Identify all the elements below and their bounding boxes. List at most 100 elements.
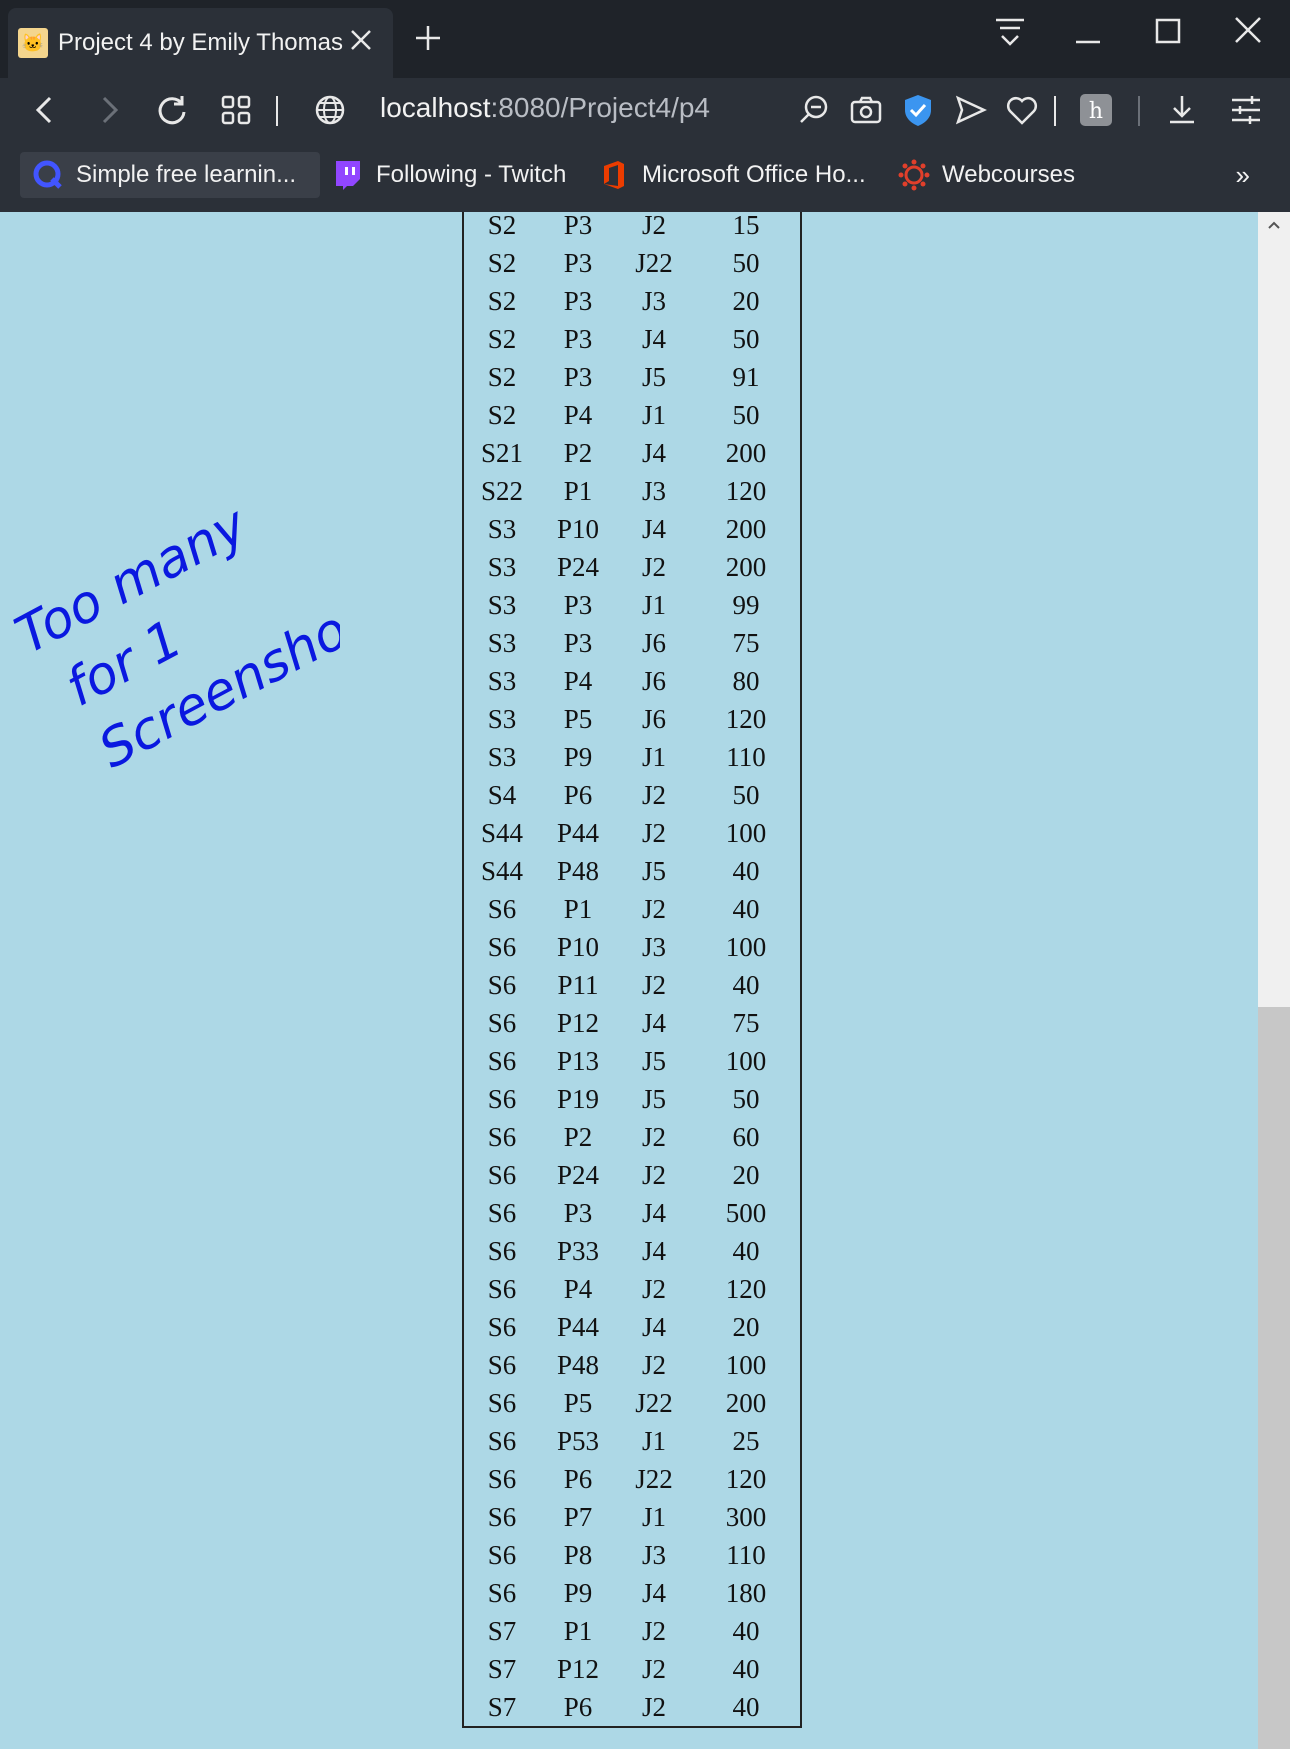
table-cell: S2 [487, 399, 517, 430]
table-cell: P4 [563, 665, 593, 696]
table-cell: 20 [732, 1159, 760, 1190]
forward-icon[interactable] [88, 90, 128, 130]
camera-icon[interactable] [846, 90, 886, 130]
shield-icon[interactable] [898, 90, 938, 130]
table-cell: P2 [563, 437, 593, 468]
bookmarks-overflow-button[interactable]: » [1236, 160, 1250, 191]
table-row: S6 P10 J3 100 [464, 928, 800, 966]
table-cell: P4 [563, 1273, 593, 1304]
table-cell: J5 [641, 361, 666, 392]
scroll-up-icon[interactable] [1267, 220, 1281, 230]
minimize-icon[interactable] [1064, 12, 1112, 52]
table-cell: P3 [563, 361, 593, 392]
table-cell: 300 [725, 1501, 767, 1532]
table-cell: P44 [556, 817, 600, 848]
heart-icon[interactable] [1002, 90, 1042, 130]
table-cell: P6 [563, 1691, 593, 1722]
table-cell: 180 [725, 1577, 767, 1608]
table-cell: S6 [487, 1311, 517, 1342]
table-cell: S6 [487, 1045, 517, 1076]
table-cell: S6 [487, 969, 517, 1000]
table-cell: 40 [732, 969, 760, 1000]
settings-sliders-icon[interactable] [1226, 90, 1266, 130]
table-row: S3 P3 J6 75 [464, 624, 800, 662]
table-row: S44 P44 J2 100 [464, 814, 800, 852]
tab-list-icon[interactable] [986, 12, 1034, 52]
table-cell: 40 [732, 855, 760, 886]
table-row: S3 P24 J2 200 [464, 548, 800, 586]
table-cell: S6 [487, 1235, 517, 1266]
table-cell: S7 [487, 1615, 517, 1646]
bookmark-label: Webcourses [942, 161, 1075, 188]
table-cell: S6 [487, 1273, 517, 1304]
download-icon[interactable] [1162, 90, 1202, 130]
table-row: S2 P3 J2 15 [464, 212, 800, 244]
table-row: S6 P6 J22 120 [464, 1460, 800, 1498]
table-cell: 50 [732, 1083, 760, 1114]
table-cell: S44 [480, 817, 524, 848]
table-cell: P1 [563, 893, 593, 924]
tab-bar: 🐱 Project 4 by Emily Thomas [0, 0, 1290, 78]
table-row: S7 P12 J2 40 [464, 1650, 800, 1688]
table-cell: J4 [641, 1197, 666, 1228]
table-cell: S6 [487, 1425, 517, 1456]
globe-icon[interactable] [310, 90, 350, 130]
table-cell: S6 [487, 893, 517, 924]
table-cell: J2 [641, 1121, 666, 1152]
table-cell: S3 [487, 703, 517, 734]
table-cell: P1 [563, 475, 593, 506]
bookmark-quizlet[interactable]: Simple free learnin... [20, 152, 320, 198]
bookmark-webcourses[interactable]: Webcourses [886, 152, 1106, 198]
scrollbar-thumb[interactable] [1258, 1007, 1290, 1749]
table-cell: 50 [732, 323, 760, 354]
zoom-icon[interactable] [794, 90, 834, 130]
speed-dial-icon[interactable] [216, 90, 256, 130]
divider [1054, 96, 1056, 126]
table-row: S2 P3 J5 91 [464, 358, 800, 396]
table-cell: J2 [641, 551, 666, 582]
table-cell: S4 [487, 779, 517, 810]
table-row: S2 P3 J4 50 [464, 320, 800, 358]
table-cell: P53 [556, 1425, 600, 1456]
table-cell: J6 [641, 665, 666, 696]
table-cell: P24 [556, 551, 600, 582]
table-cell: S3 [487, 627, 517, 658]
close-window-icon[interactable] [1224, 12, 1272, 52]
table-cell: J2 [641, 893, 666, 924]
table-body: S2 P3 J2 15 S2 P3 J22 50 S2 P3 J3 20 S2 P3 J4 50 S2 P3 J5 9… [464, 212, 800, 1726]
table-cell: P5 [563, 1387, 593, 1418]
address-bar[interactable]: localhost:8080/Project4/p4 [380, 92, 710, 124]
table-cell: J3 [641, 475, 666, 506]
table-cell: J2 [641, 212, 666, 240]
table-cell: P3 [563, 212, 593, 240]
table-cell: P5 [563, 703, 593, 734]
page-viewport: S2 P3 J2 15 S2 P3 J22 50 S2 P3 J3 20 S2 P3 J4 50 S2 P3 J5 9… [0, 212, 1258, 1749]
new-tab-icon[interactable] [410, 20, 446, 56]
table-cell: J3 [641, 285, 666, 316]
close-tab-icon[interactable] [343, 22, 379, 58]
bookmark-label: Microsoft Office Ho... [642, 161, 866, 188]
send-icon[interactable] [950, 90, 990, 130]
reload-icon[interactable] [152, 90, 192, 130]
table-cell: 200 [725, 1387, 767, 1418]
table-cell: S6 [487, 931, 517, 962]
table-cell: P13 [556, 1045, 600, 1076]
active-tab[interactable]: 🐱 Project 4 by Emily Thomas [8, 8, 393, 78]
bookmark-office[interactable]: Microsoft Office Ho... [586, 152, 886, 198]
table-cell: 120 [725, 703, 767, 734]
bookmarks-bar: Simple free learnin... Following - Twitc… [0, 142, 1290, 212]
vertical-scrollbar[interactable] [1258, 212, 1290, 1749]
extension-h-icon[interactable]: h [1076, 90, 1116, 130]
office-icon [598, 159, 630, 191]
table-cell: P9 [563, 741, 593, 772]
maximize-icon[interactable] [1144, 12, 1192, 52]
back-icon[interactable] [26, 90, 66, 130]
bookmark-label: Following - Twitch [376, 161, 567, 188]
table-cell: P44 [556, 1311, 600, 1342]
table-cell: P48 [556, 1349, 600, 1380]
table-cell: 100 [725, 1045, 767, 1076]
bookmark-twitch[interactable]: Following - Twitch [320, 152, 580, 198]
table-row: S2 P3 J3 20 [464, 282, 800, 320]
table-row: S2 P3 J22 50 [464, 244, 800, 282]
table-row: S6 P5 J22 200 [464, 1384, 800, 1422]
